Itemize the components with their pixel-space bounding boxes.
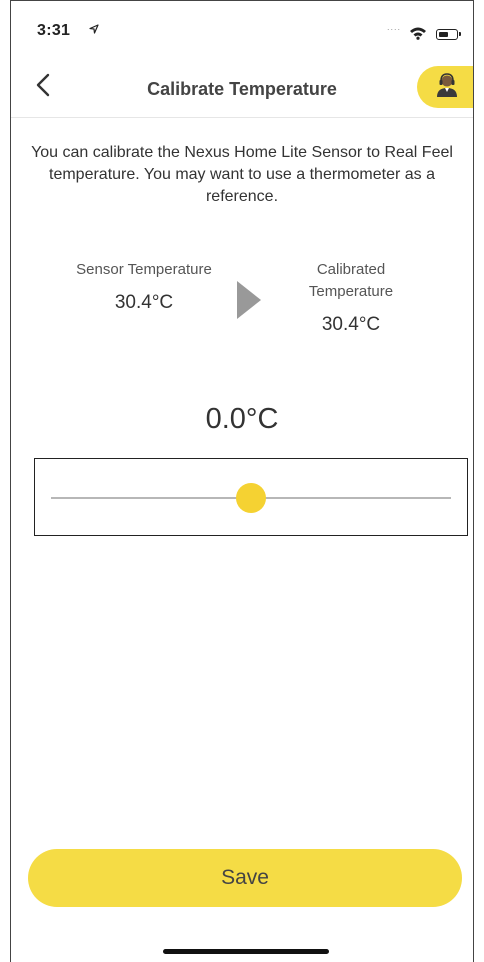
sensor-temperature-label: Sensor Temperature xyxy=(76,261,212,278)
calibrated-temperature-value: 30.4°C xyxy=(321,314,381,335)
location-arrow-icon xyxy=(89,22,99,37)
offset-value: 0.0°C xyxy=(205,403,279,435)
offset-slider-container xyxy=(34,458,468,536)
support-agent-icon xyxy=(434,72,460,103)
page-title: Calibrate Temperature xyxy=(147,79,337,99)
status-bar: 3:31 .... xyxy=(11,1,473,61)
sensor-temperature-value: 30.4°C xyxy=(114,292,174,313)
wifi-icon xyxy=(409,26,427,40)
calibrated-temperature-block: Calibrated Temperature 30.4°C xyxy=(276,259,426,336)
sensor-temperature-block: Sensor Temperature 30.4°C xyxy=(69,259,219,314)
offset-slider-thumb[interactable] xyxy=(236,483,266,513)
save-button[interactable]: Save xyxy=(28,849,462,907)
home-indicator xyxy=(163,949,329,954)
signal-dots: .... xyxy=(386,22,401,32)
phone-screen: 3:31 .... Calibrate Temperature You can … xyxy=(10,0,474,962)
play-arrow-icon xyxy=(237,281,261,319)
calibrated-temperature-label: Calibrated Temperature xyxy=(308,261,394,300)
support-button[interactable] xyxy=(417,66,473,108)
status-time: 3:31 xyxy=(37,22,71,39)
nav-bar: Calibrate Temperature xyxy=(11,61,473,118)
calibration-instructions: You can calibrate the Nexus Home Lite Se… xyxy=(31,144,453,205)
battery-icon xyxy=(436,29,461,40)
